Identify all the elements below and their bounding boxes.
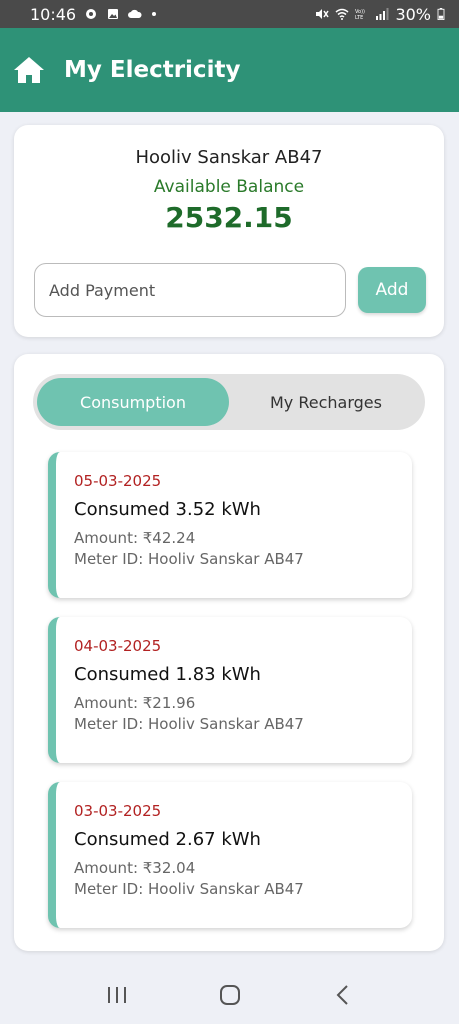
balance-label: Available Balance xyxy=(153,177,305,197)
consumption-entry[interactable]: 04-03-2025 Consumed 1.83 kWh Amount: ₹21… xyxy=(48,617,412,763)
cloud-icon xyxy=(128,9,142,18)
recents-button[interactable] xyxy=(102,980,132,1010)
battery-percent: 30% xyxy=(395,4,431,24)
entry-consumed: Consumed 2.67 kWh xyxy=(74,829,261,850)
dot-icon xyxy=(152,12,157,16)
entry-consumed: Consumed 1.83 kWh xyxy=(74,664,261,685)
home-nav-button[interactable] xyxy=(215,980,245,1010)
payment-input[interactable] xyxy=(34,263,346,317)
meter-name: Hooliv Sanskar AB47 xyxy=(135,147,323,168)
balance-card: Hooliv Sanskar AB47 Available Balance 25… xyxy=(14,125,444,337)
wifi-icon xyxy=(335,8,349,20)
entry-amount: Amount: ₹42.24 xyxy=(74,529,196,547)
page-title: My Electricity xyxy=(64,57,241,83)
history-card: Consumption My Recharges 05-03-2025 Cons… xyxy=(14,354,444,951)
system-nav-bar xyxy=(0,966,459,1024)
add-payment-button[interactable]: Add xyxy=(358,267,426,313)
entry-consumed: Consumed 3.52 kWh xyxy=(74,499,261,520)
balance-value: 2532.15 xyxy=(165,201,293,234)
signal-icon xyxy=(376,8,389,20)
volte-icon: Vo))LTE xyxy=(355,9,365,20)
entry-date: 03-03-2025 xyxy=(74,802,162,820)
mute-icon xyxy=(316,9,330,19)
consumption-entry[interactable]: 05-03-2025 Consumed 3.52 kWh Amount: ₹42… xyxy=(48,452,412,598)
battery-icon xyxy=(437,8,445,20)
image-icon xyxy=(108,9,119,19)
tab-consumption[interactable]: Consumption xyxy=(37,378,229,426)
status-time: 10:46 xyxy=(30,4,77,24)
recents-icon xyxy=(107,987,126,1003)
status-bar: 10:46 Vo)) LTE 30% xyxy=(0,0,459,28)
entry-meter-id: Meter ID: Hooliv Sanskar AB47 xyxy=(74,880,304,898)
tab-bar: Consumption My Recharges xyxy=(33,374,425,430)
svg-text:LTE: LTE xyxy=(355,15,363,20)
entry-meter-id: Meter ID: Hooliv Sanskar AB47 xyxy=(74,715,304,733)
entry-date: 04-03-2025 xyxy=(74,637,162,655)
app-bar: My Electricity xyxy=(0,28,459,112)
entry-meter-id: Meter ID: Hooliv Sanskar AB47 xyxy=(74,550,304,568)
back-button[interactable] xyxy=(328,980,358,1010)
back-icon xyxy=(336,985,348,1005)
entry-amount: Amount: ₹32.04 xyxy=(74,859,196,877)
entry-date: 05-03-2025 xyxy=(74,472,162,490)
entry-amount: Amount: ₹21.96 xyxy=(74,694,196,712)
tab-my-recharges[interactable]: My Recharges xyxy=(231,378,421,426)
sync-icon xyxy=(86,9,97,19)
consumption-entry[interactable]: 03-03-2025 Consumed 2.67 kWh Amount: ₹32… xyxy=(48,782,412,928)
home-circle-icon xyxy=(219,985,240,1005)
home-icon[interactable] xyxy=(12,55,46,85)
